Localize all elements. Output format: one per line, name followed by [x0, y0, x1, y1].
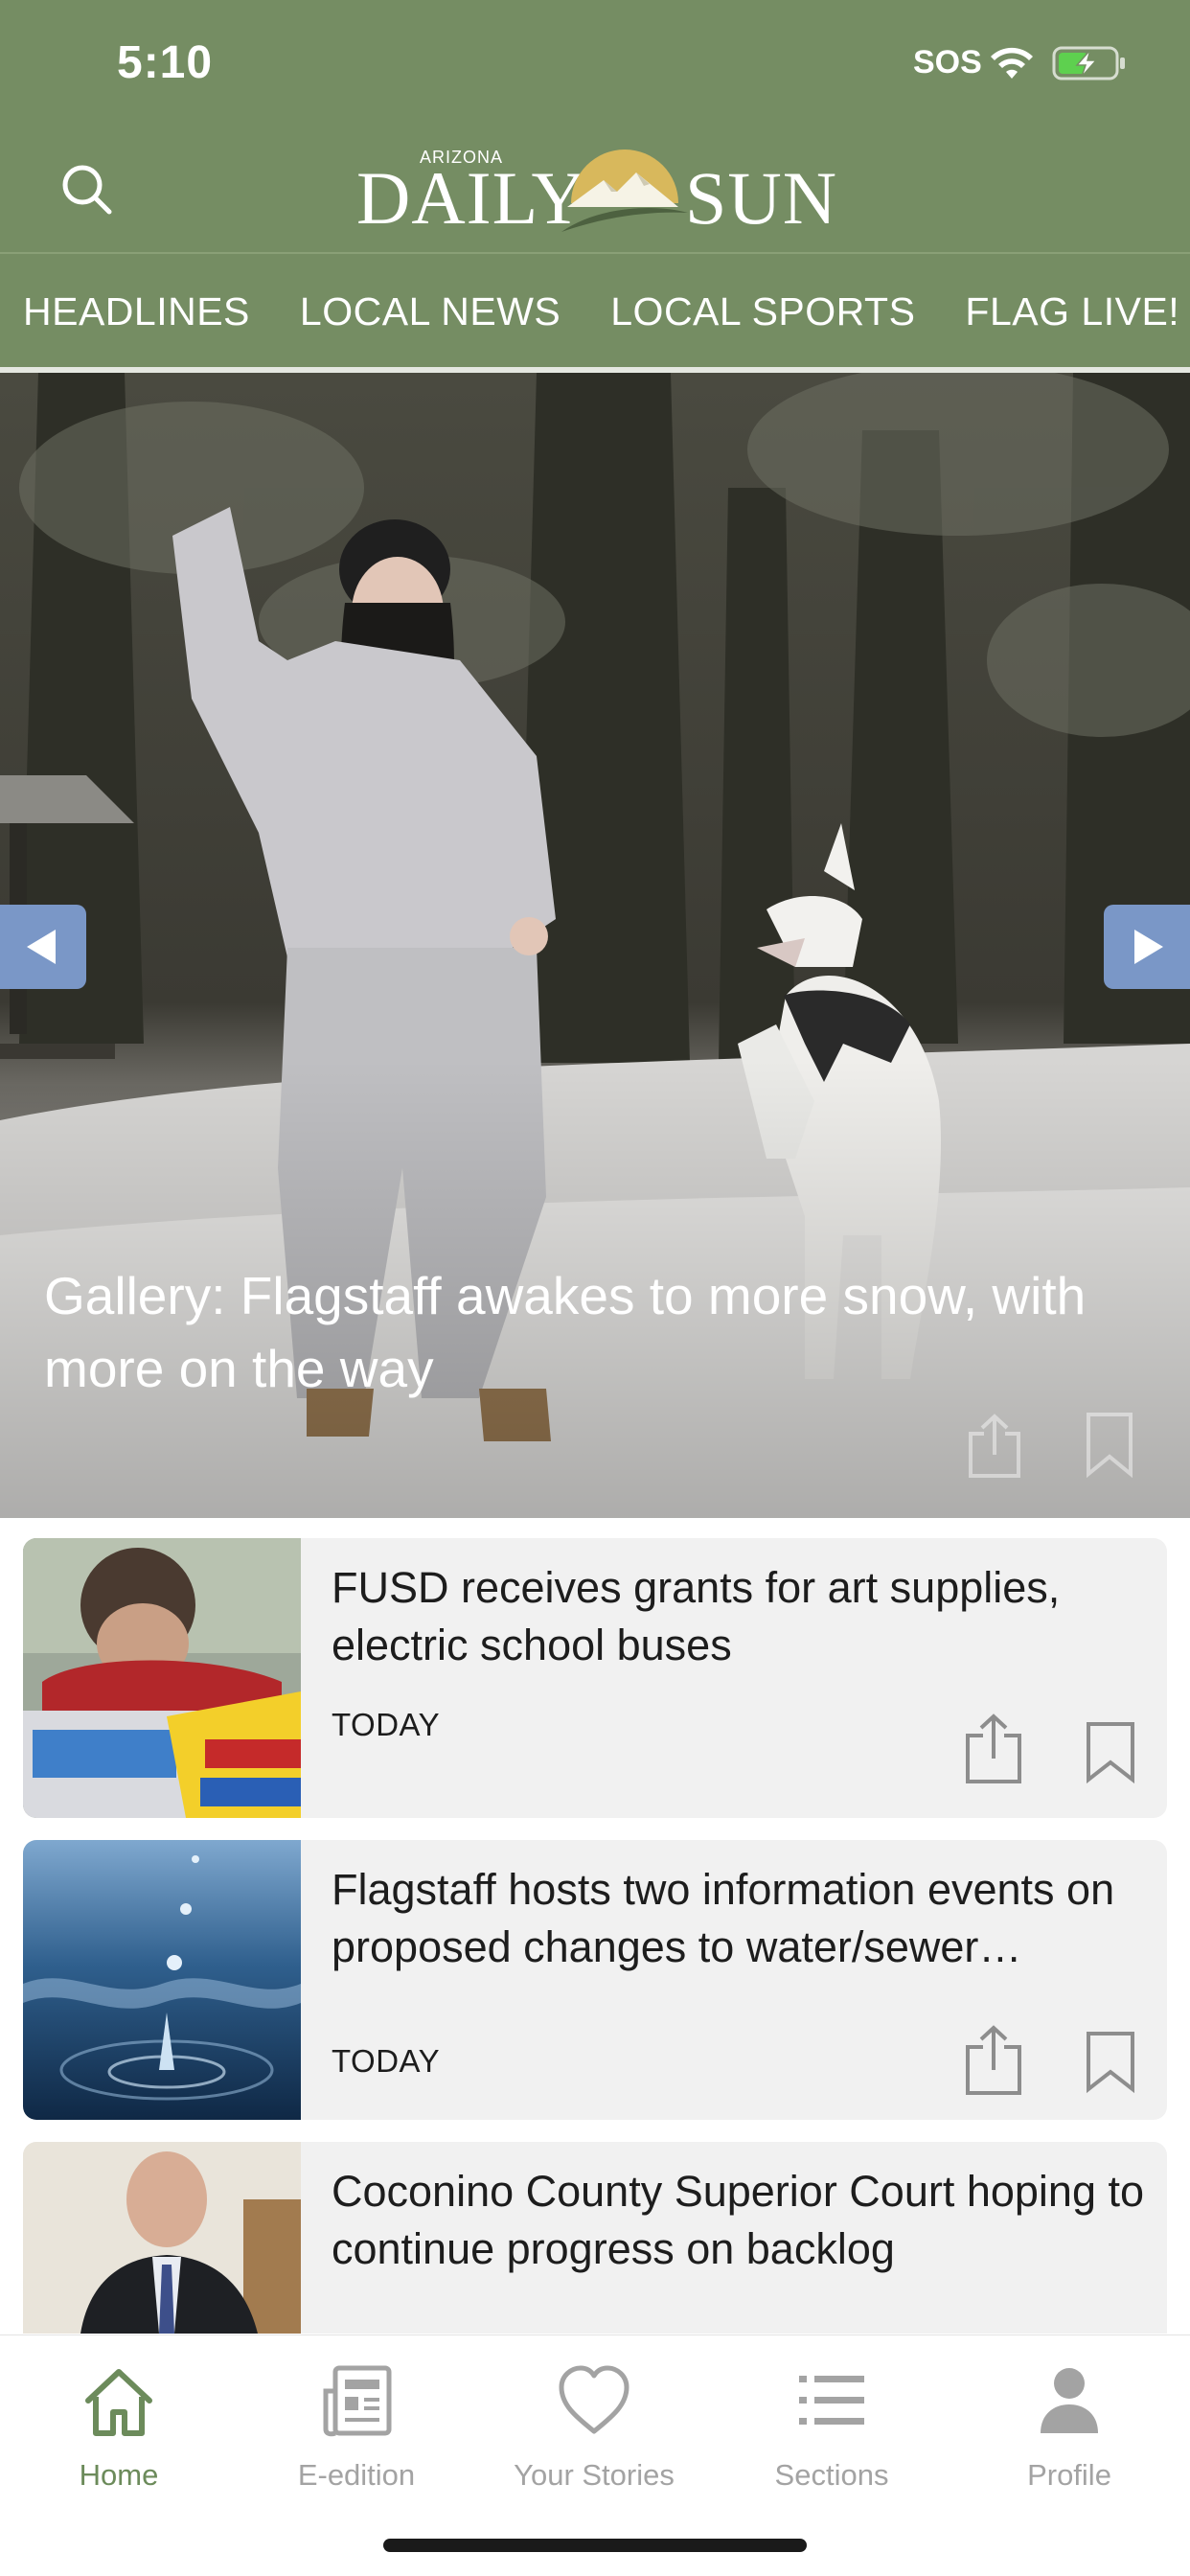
- tab-e-edition[interactable]: E-edition: [238, 2355, 475, 2498]
- man-in-suit-photo: [23, 2142, 301, 2334]
- article-title[interactable]: Coconino County Superior Court hoping to…: [332, 2163, 1146, 2278]
- article-card[interactable]: FUSD receives grants for art supplies, e…: [23, 1538, 1167, 1818]
- tab-label: Profile: [1027, 2458, 1111, 2492]
- chevron-right-icon: [1134, 930, 1163, 964]
- share-icon[interactable]: [962, 2024, 1025, 2097]
- tab-label: Home: [79, 2458, 159, 2492]
- logo-left-text: DAILY: [356, 156, 586, 240]
- wifi-icon: [991, 47, 1033, 79]
- bookmark-icon[interactable]: [1085, 1720, 1136, 1783]
- battery-charging-icon: [1052, 46, 1125, 80]
- article-date: TODAY: [332, 2043, 441, 2079]
- search-icon[interactable]: [56, 158, 119, 221]
- child-with-crayons-photo: [23, 1538, 301, 1818]
- tab-flag-live[interactable]: FLAG LIVE!: [965, 289, 1179, 334]
- tab-sections[interactable]: Sections: [713, 2355, 950, 2498]
- bookmark-icon[interactable]: [1085, 2030, 1136, 2093]
- list-icon: [799, 2376, 864, 2425]
- hero-story[interactable]: Gallery: Flagstaff awakes to more snow, …: [0, 373, 1190, 1518]
- status-sos: SOS: [913, 44, 982, 80]
- heart-icon: [559, 2365, 629, 2434]
- article-title[interactable]: FUSD receives grants for art supplies, e…: [332, 1559, 1146, 1674]
- article-card[interactable]: Coconino County Superior Court hoping to…: [23, 2142, 1167, 2334]
- tab-home[interactable]: Home: [0, 2355, 238, 2498]
- app-header: 5:10 SOS ARIZONA DAILY SUN HEADLINES LOC…: [0, 0, 1190, 373]
- tab-headlines[interactable]: HEADLINES: [23, 289, 250, 334]
- section-nav-tabs: HEADLINES LOCAL NEWS LOCAL SPORTS FLAG L…: [0, 254, 1190, 370]
- tab-your-stories[interactable]: Your Stories: [475, 2355, 713, 2498]
- tab-local-news[interactable]: LOCAL NEWS: [300, 289, 561, 334]
- status-bar: 5:10 SOS: [0, 0, 1190, 134]
- article-date: TODAY: [332, 1707, 441, 1742]
- status-time: 5:10: [117, 37, 214, 88]
- mountain-sun-logo-icon: [561, 150, 688, 232]
- newspaper-icon: [323, 2365, 392, 2437]
- tab-label: E-edition: [297, 2458, 416, 2492]
- tab-label: Sections: [774, 2458, 889, 2492]
- hero-next-button[interactable]: [1104, 905, 1190, 989]
- tab-profile[interactable]: Profile: [950, 2355, 1188, 2498]
- home-icon: [85, 2369, 152, 2436]
- hero-prev-button[interactable]: [0, 905, 86, 989]
- share-icon[interactable]: [963, 1413, 1026, 1480]
- article-card[interactable]: Flagstaff hosts two information events o…: [23, 1840, 1167, 2120]
- tab-label: Your Stories: [514, 2458, 675, 2492]
- hero-title[interactable]: Gallery: Flagstaff awakes to more snow, …: [44, 1259, 1127, 1405]
- share-icon[interactable]: [962, 1713, 1025, 1785]
- bookmark-icon[interactable]: [1085, 1411, 1134, 1478]
- chevron-left-icon: [27, 930, 56, 964]
- water-drop-photo: [23, 1840, 301, 2120]
- app-logo: ARIZONA DAILY SUN: [355, 134, 838, 249]
- article-title[interactable]: Flagstaff hosts two information events o…: [332, 1861, 1146, 1976]
- tab-local-sports[interactable]: LOCAL SPORTS: [610, 289, 915, 334]
- home-indicator[interactable]: [383, 2539, 807, 2552]
- logo-right-text: SUN: [685, 156, 838, 240]
- person-icon: [1041, 2368, 1098, 2433]
